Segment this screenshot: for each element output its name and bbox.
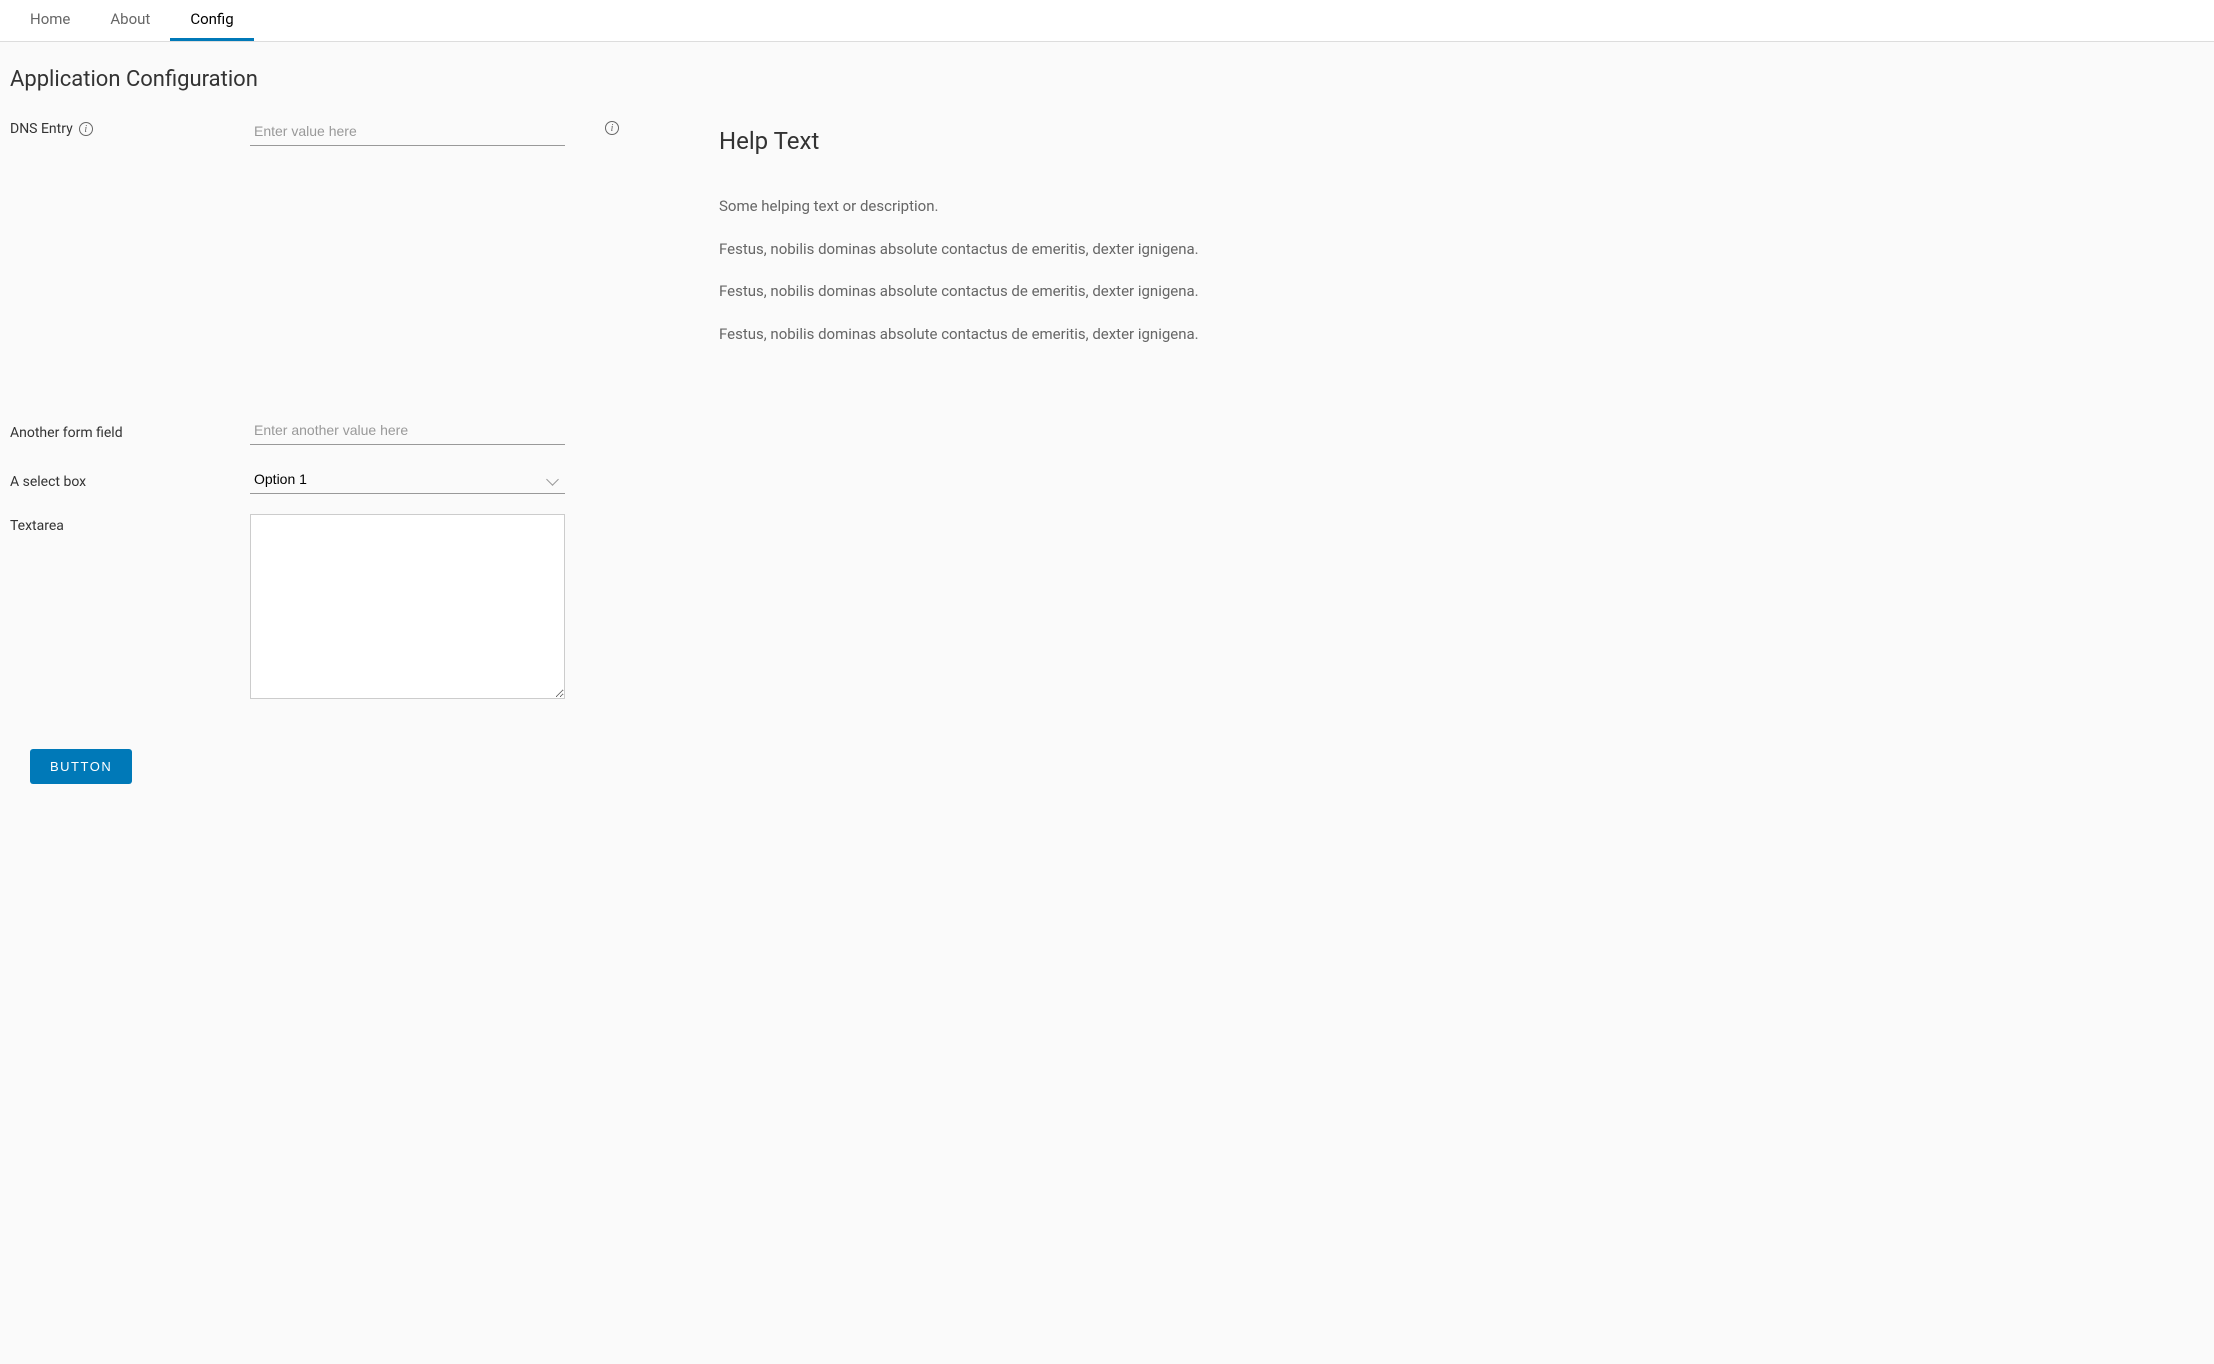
info-icon[interactable]: i xyxy=(79,122,93,136)
help-paragraph: Festus, nobilis dominas absolute contact… xyxy=(719,238,1419,261)
content-area: Application Configuration DNS Entry i i … xyxy=(0,42,2214,809)
help-title: Help Text xyxy=(719,127,1419,155)
help-paragraph: Some helping text or description. xyxy=(719,195,1419,218)
submit-button[interactable]: BUTTON xyxy=(30,749,132,784)
form-column: DNS Entry i i Another form field A selec… xyxy=(10,117,619,784)
tab-config[interactable]: Config xyxy=(170,0,253,41)
help-paragraph: Festus, nobilis dominas absolute contact… xyxy=(719,280,1419,303)
select-label: A select box xyxy=(10,470,250,490)
textarea-input[interactable] xyxy=(250,514,565,699)
dns-input[interactable] xyxy=(250,117,565,146)
dns-label: DNS Entry i xyxy=(10,117,250,137)
info-icon[interactable]: i xyxy=(605,121,619,135)
tab-bar: Home About Config xyxy=(0,0,2214,42)
help-column: Help Text Some helping text or descripti… xyxy=(719,117,1419,365)
textarea-label: Textarea xyxy=(10,514,250,534)
tab-about[interactable]: About xyxy=(90,0,170,41)
select-box[interactable]: Option 1 xyxy=(250,465,565,494)
another-input[interactable] xyxy=(250,416,565,445)
another-label: Another form field xyxy=(10,421,250,441)
help-paragraph: Festus, nobilis dominas absolute contact… xyxy=(719,323,1419,346)
dns-label-text: DNS Entry xyxy=(10,121,73,137)
page-title: Application Configuration xyxy=(10,67,2204,92)
tab-home[interactable]: Home xyxy=(10,0,90,41)
